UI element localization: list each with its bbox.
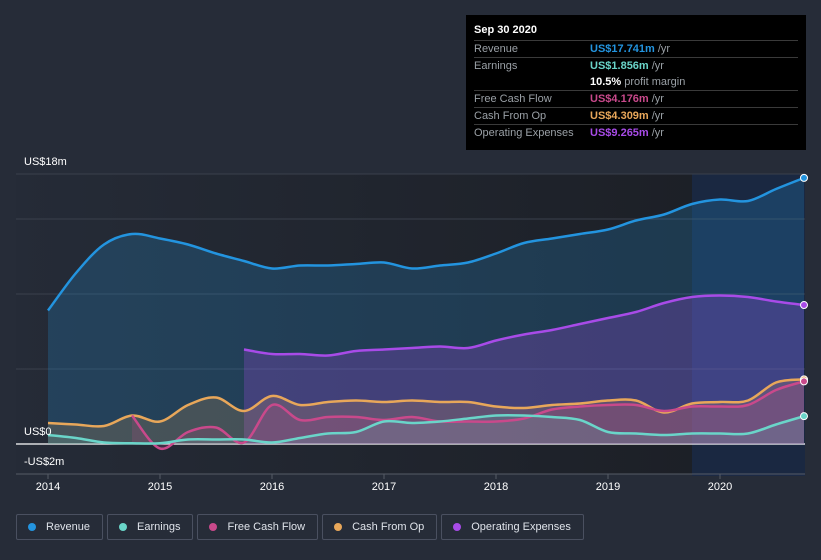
tooltip-label: Operating Expenses [474,127,574,139]
y-tick-label-bottom: -US$2m [24,456,65,468]
x-tick-label: 2014 [35,481,61,493]
endpoint-free-cash-flow [800,377,808,386]
legend-item-cash-from-op[interactable]: Cash From Op [322,514,438,540]
tooltip-unit: profit margin [624,76,686,88]
tooltip-value: US$17.741m [590,43,655,55]
tooltip: Sep 30 2020 Revenue US$17.741m /yr Earni… [466,15,806,150]
tooltip-row-cfo: Cash From Op US$4.309m /yr [474,108,798,125]
tooltip-label [474,74,590,90]
endpoint-revenue [800,173,808,182]
tooltip-unit: /yr [651,110,664,122]
tooltip-value: US$9.265m [590,127,649,139]
legend-dot-icon [119,523,128,531]
tooltip-value: US$4.176m [590,93,649,105]
legend-item-revenue[interactable]: Revenue [16,514,104,540]
tooltip-row-earnings: Earnings US$1.856m /yr [474,58,798,74]
endpoint-earnings [800,412,808,421]
y-tick-label-top: US$18m [24,156,67,168]
legend-dot-icon [334,523,343,531]
legend-label: Earnings [137,521,181,533]
tooltip-date: Sep 30 2020 [474,22,798,41]
tooltip-row-revenue: Revenue US$17.741m /yr [474,41,798,58]
x-tick-label: 2020 [707,481,733,493]
tooltip-label: Revenue [474,43,519,55]
legend-label: Revenue [46,521,91,533]
tooltip-label: Earnings [474,60,518,72]
legend-label: Free Cash Flow [227,521,306,533]
y-tick-label-zero: US$0 [24,426,52,438]
legend-item-operating-expenses[interactable]: Operating Expenses [441,514,584,540]
x-tick-label: 2016 [259,481,285,493]
tooltip-value: 10.5% [590,76,622,88]
legend: Revenue Earnings Free Cash Flow Cash Fro… [16,514,584,540]
tooltip-unit: /yr [651,60,664,72]
legend-label: Cash From Op [352,521,425,533]
tooltip-row-fcf: Free Cash Flow US$4.176m /yr [474,91,798,108]
legend-dot-icon [28,523,36,531]
tooltip-unit: /yr [657,43,671,55]
x-tick-label: 2019 [595,481,621,493]
tooltip-unit: /yr [651,93,664,105]
tooltip-value: US$4.309m [590,110,649,122]
x-tick-label: 2018 [483,481,509,493]
endpoint-operating-expenses [800,301,808,310]
tooltip-label: Cash From Op [474,110,547,122]
legend-dot-icon [453,523,462,531]
tooltip-value: US$1.856m [590,60,649,72]
legend-item-earnings[interactable]: Earnings [107,514,194,540]
x-tick-label: 2017 [371,481,397,493]
legend-label: Operating Expenses [471,521,571,533]
tooltip-unit: /yr [651,127,664,139]
tooltip-row-margin: 10.5% profit margin [474,74,798,91]
legend-dot-icon [209,523,218,531]
tooltip-label: Free Cash Flow [474,93,552,105]
x-tick-label: 2015 [147,481,173,493]
legend-item-free-cash-flow[interactable]: Free Cash Flow [197,514,319,540]
tooltip-row-opex: Operating Expenses US$9.265m /yr [474,125,798,141]
